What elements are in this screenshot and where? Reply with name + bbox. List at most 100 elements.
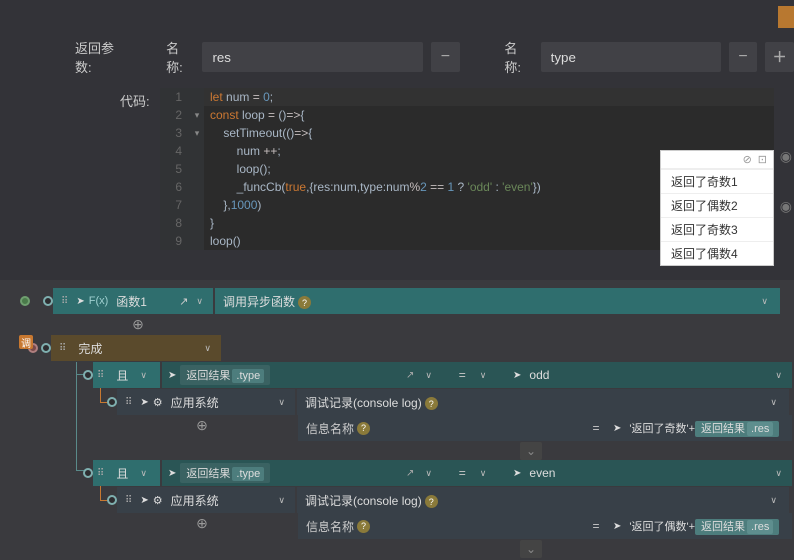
- pointer-icon: ➤: [168, 370, 176, 381]
- console-line: 返回了奇数1: [661, 169, 773, 193]
- condition-right-1[interactable]: ➤ odd ∨: [507, 362, 792, 388]
- drag-handle-icon[interactable]: ⠿: [121, 495, 136, 506]
- code-line[interactable]: 1let num = 0;: [160, 88, 774, 106]
- connector-dot[interactable]: [107, 397, 117, 407]
- param2-input[interactable]: [541, 42, 721, 72]
- gear-icon: ⚙: [153, 396, 163, 409]
- tune-tab[interactable]: 调: [19, 335, 33, 349]
- info-name-label-1: 信息名称?: [298, 415, 585, 441]
- pointer-icon: ➤: [140, 397, 148, 408]
- pointer-icon: ➤: [513, 468, 521, 479]
- eq-sign: =: [585, 513, 607, 539]
- help-icon[interactable]: ?: [357, 520, 370, 533]
- call-async-bar[interactable]: 调用异步函数? ∨: [215, 288, 780, 314]
- chevron-down-icon[interactable]: ∨: [766, 397, 781, 408]
- connector-line: [100, 486, 101, 500]
- pointer-icon: ➤: [513, 370, 521, 381]
- operator-drop-2[interactable]: = ∨: [442, 460, 507, 486]
- done-label: 完成: [74, 340, 106, 357]
- app-system-block-1[interactable]: ⠿ ➤ ⚙ 应用系统 ∨: [117, 389, 295, 415]
- drag-handle-icon[interactable]: ⠿: [57, 296, 72, 307]
- help-icon[interactable]: ?: [425, 495, 438, 508]
- name-label-2: 名称:: [504, 38, 532, 76]
- chevron-down-icon[interactable]: ∨: [192, 296, 207, 307]
- done-block[interactable]: ⠿ 完成 ∨: [51, 335, 221, 361]
- pointer-icon: ➤: [140, 495, 148, 506]
- chevron-down-icon[interactable]: ∨: [421, 468, 436, 479]
- debug-log-bar-2[interactable]: 调试记录(console log)? ∨: [297, 487, 789, 513]
- share-icon[interactable]: ↗: [179, 295, 188, 308]
- console-line: 返回了偶数2: [661, 193, 773, 217]
- chevron-down-icon[interactable]: ∨: [766, 495, 781, 506]
- chevron-down-icon[interactable]: ∨: [274, 397, 289, 408]
- help-icon[interactable]: ?: [357, 422, 370, 435]
- condition-left-1[interactable]: ➤ 返回结果.type ↗ ∨: [162, 362, 442, 388]
- chevron-down-icon[interactable]: ∨: [757, 296, 772, 307]
- add-node-button[interactable]: ⊕: [128, 314, 148, 334]
- info-name-label-2: 信息名称?: [298, 513, 585, 539]
- collapse-toggle[interactable]: ⌄: [520, 442, 542, 460]
- chevron-down-icon[interactable]: ∨: [136, 370, 151, 381]
- operator-drop-1[interactable]: = ∨: [442, 362, 507, 388]
- help-icon[interactable]: ?: [425, 397, 438, 410]
- and-block-1[interactable]: ⠿ 且 ∨: [93, 362, 160, 388]
- fx-badge: F(x): [89, 295, 109, 307]
- pointer-icon: ➤: [613, 423, 621, 434]
- remove-param1-button[interactable]: −: [431, 42, 460, 72]
- pointer-icon: ➤: [76, 296, 84, 307]
- expand-icon[interactable]: ↗: [403, 468, 417, 479]
- console-line: 返回了偶数4: [661, 241, 773, 265]
- eq-sign: =: [585, 415, 607, 441]
- return-params-label: 返回参数:: [75, 38, 128, 76]
- debug-log-bar-1[interactable]: 调试记录(console log)? ∨: [297, 389, 789, 415]
- chevron-down-icon[interactable]: ∨: [274, 495, 289, 506]
- chevron-down-icon[interactable]: ∨: [200, 343, 215, 354]
- chevron-down-icon[interactable]: ∨: [136, 468, 151, 479]
- and-block-2[interactable]: ⠿ 且 ∨: [93, 460, 160, 486]
- chevron-down-icon[interactable]: ∨: [421, 370, 436, 381]
- collapse-toggle[interactable]: ⌄: [520, 540, 542, 558]
- add-node-button[interactable]: ⊕: [192, 513, 212, 533]
- help-icon[interactable]: ?: [298, 296, 311, 309]
- eye-icon-1[interactable]: ◉: [780, 148, 792, 165]
- code-line[interactable]: 3▾ setTimeout(()=>{: [160, 124, 774, 142]
- connector-dot[interactable]: [20, 296, 30, 306]
- connector-dot[interactable]: [41, 343, 51, 353]
- return-result-pill[interactable]: 返回结果.type: [180, 463, 270, 483]
- connector-dot[interactable]: [83, 370, 93, 380]
- pointer-icon: ➤: [613, 521, 621, 532]
- remove-param2-button[interactable]: −: [729, 42, 758, 72]
- drag-handle-icon[interactable]: ⠿: [93, 468, 108, 479]
- eye-icon-2[interactable]: ◉: [780, 198, 792, 215]
- chevron-down-icon[interactable]: ∨: [771, 370, 786, 381]
- flow-canvas[interactable]: 调 ⠿ ➤ F(x) 函数1 ↗ ∨ 调用异步函数? ∨ ⊕ ⠿ 完成 ∨: [0, 280, 794, 560]
- pointer-icon: ➤: [168, 468, 176, 479]
- add-param-button[interactable]: ＋: [765, 42, 794, 72]
- app-system-block-2[interactable]: ⠿ ➤ ⚙ 应用系统 ∨: [117, 487, 295, 513]
- return-params-row: 返回参数: 名称: − 名称: − ＋: [30, 20, 794, 88]
- console-close-icon[interactable]: ⊡: [758, 153, 767, 166]
- condition-left-2[interactable]: ➤ 返回结果.type ↗ ∨: [162, 460, 442, 486]
- add-node-button[interactable]: ⊕: [192, 415, 212, 435]
- name-label-1: 名称:: [166, 38, 194, 76]
- gear-icon: ⚙: [153, 494, 163, 507]
- connector-dot[interactable]: [83, 468, 93, 478]
- console-clear-icon[interactable]: ⊘: [743, 153, 752, 166]
- chevron-down-icon[interactable]: ∨: [771, 468, 786, 479]
- drag-handle-icon[interactable]: ⠿: [121, 397, 136, 408]
- connector-dot[interactable]: [107, 495, 117, 505]
- code-line[interactable]: 2▾const loop = ()=>{: [160, 106, 774, 124]
- chevron-down-icon: ∨: [476, 370, 491, 381]
- param1-input[interactable]: [202, 42, 423, 72]
- drag-handle-icon[interactable]: ⠿: [93, 370, 108, 381]
- expand-icon[interactable]: ↗: [403, 370, 417, 381]
- condition-right-2[interactable]: ➤ even ∨: [507, 460, 792, 486]
- connector-line: [76, 362, 77, 470]
- drag-handle-icon[interactable]: ⠿: [55, 343, 70, 354]
- info-value-1[interactable]: ➤ '返回了奇数'+返回结果.res: [607, 415, 792, 441]
- info-value-2[interactable]: ➤ '返回了偶数'+返回结果.res: [607, 513, 792, 539]
- connector-dot[interactable]: [43, 296, 53, 306]
- function-block-header[interactable]: ⠿ ➤ F(x) 函数1 ↗ ∨: [53, 288, 213, 314]
- return-result-pill[interactable]: 返回结果.type: [180, 365, 270, 385]
- function-name: 函数1: [112, 293, 151, 310]
